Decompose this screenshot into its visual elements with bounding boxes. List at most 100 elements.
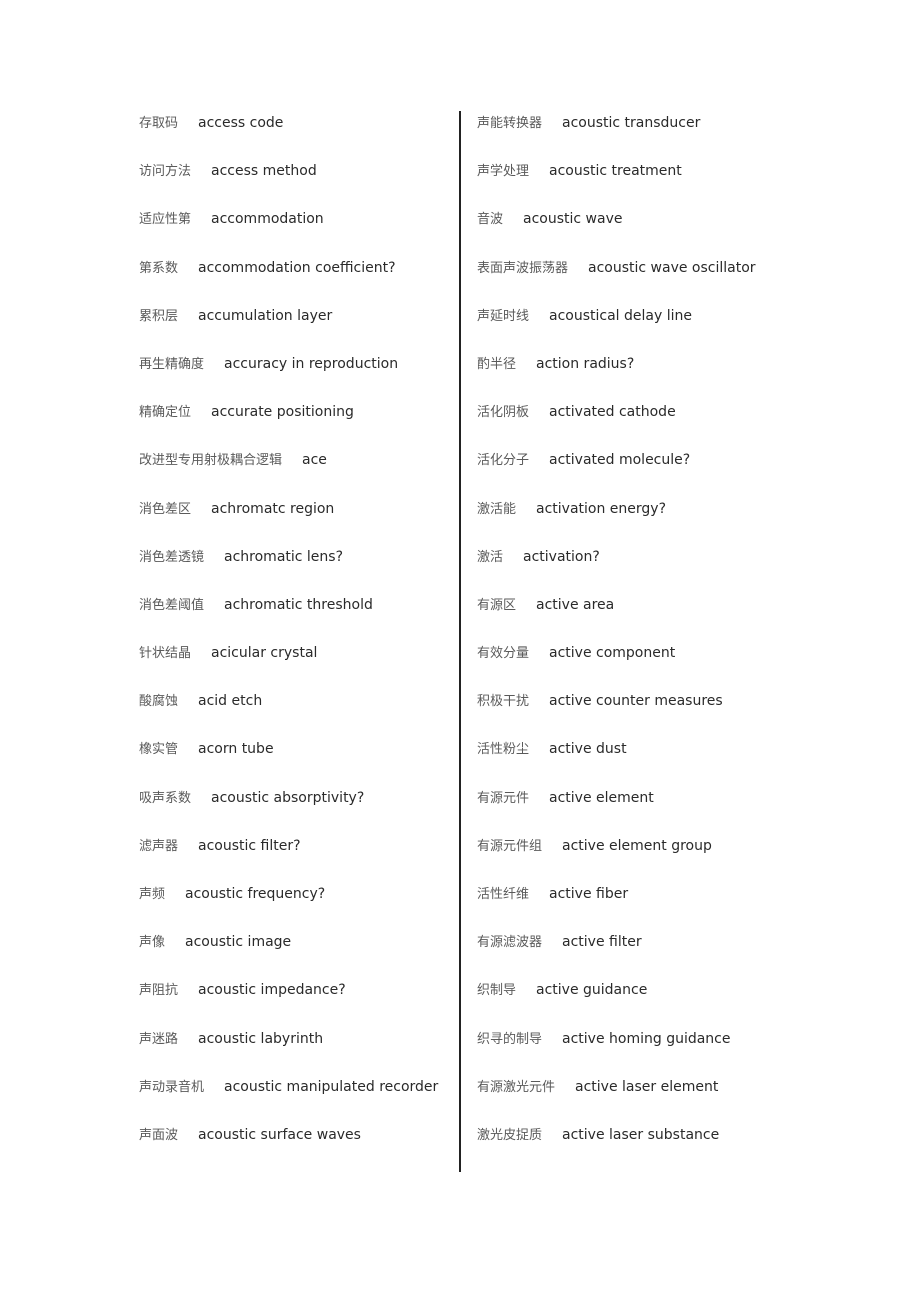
chinese-term: 激活 xyxy=(477,549,504,565)
glossary-entry: 橡实管 acorn tube xyxy=(139,738,454,786)
glossary-entry: 激活能 activation energy? xyxy=(477,498,807,546)
glossary-entry: 存取码 access code xyxy=(139,112,454,160)
glossary-entry: 声面波 acoustic surface waves xyxy=(139,1124,454,1172)
chinese-term: 有源元件组 xyxy=(477,838,543,854)
chinese-term: 活化分子 xyxy=(477,453,530,469)
english-term: active element xyxy=(549,789,654,806)
glossary-entry: 访问方法 access method xyxy=(139,160,454,208)
english-term: acoustic image xyxy=(185,934,292,951)
glossary-entry: 针状结晶 acicular crystal xyxy=(139,642,454,690)
glossary-entry: 声延时线 acoustical delay line xyxy=(477,305,807,353)
english-term: activated molecule? xyxy=(549,452,691,469)
chinese-term: 橡实管 xyxy=(139,742,179,758)
chinese-term: 激活能 xyxy=(477,501,517,517)
chinese-term: 存取码 xyxy=(139,116,179,131)
english-term: acicular crystal xyxy=(211,645,318,662)
english-term: acoustic impedance? xyxy=(198,982,346,999)
chinese-term: 表面声波振荡器 xyxy=(477,260,569,276)
english-term: active filter xyxy=(562,934,642,951)
chinese-term: 织制导 xyxy=(477,983,517,999)
glossary-entry: 激活 activation? xyxy=(477,546,807,594)
chinese-term: 声能转换器 xyxy=(477,116,543,131)
english-term: acoustic labyrinth xyxy=(198,1030,324,1047)
english-term: acoustic frequency? xyxy=(185,886,326,902)
glossary-entry: 有源区 active area xyxy=(477,594,807,642)
chinese-term: 活性粉尘 xyxy=(477,742,530,758)
chinese-term: 适应性第 xyxy=(139,212,192,228)
glossary-entry: 积极干扰 active counter measures xyxy=(477,690,807,738)
english-term: active fiber xyxy=(549,886,629,902)
chinese-term: 声像 xyxy=(139,935,166,951)
glossary-entry: 活性纤维 active fiber xyxy=(477,883,807,931)
chinese-term: 改进型专用射极耦合逻辑 xyxy=(139,453,283,469)
english-term: active laser substance xyxy=(562,1126,720,1143)
glossary-entry: 织寻的制导 active homing guidance xyxy=(477,1028,807,1076)
glossary-entry: 音波 acoustic wave xyxy=(477,208,807,256)
english-term: active laser element xyxy=(575,1078,719,1095)
chinese-term: 酸腐蚀 xyxy=(139,694,179,710)
english-term: accuracy in reproduction xyxy=(224,355,399,372)
english-term: action radius? xyxy=(536,355,635,372)
column-divider xyxy=(459,111,461,1172)
chinese-term: 酌半径 xyxy=(477,356,517,372)
english-term: activation energy? xyxy=(536,500,667,517)
chinese-term: 有源元件 xyxy=(477,790,530,806)
chinese-term: 再生精确度 xyxy=(139,356,205,372)
english-term: active area xyxy=(536,596,615,613)
glossary-entry: 有源元件组 active element group xyxy=(477,835,807,883)
glossary-entry: 声学处理 acoustic treatment xyxy=(477,160,807,208)
chinese-term: 消色差透镜 xyxy=(139,549,205,565)
chinese-term: 音波 xyxy=(477,212,504,228)
english-term: accumulation layer xyxy=(198,307,333,324)
glossary-entry: 声阻抗 acoustic impedance? xyxy=(139,979,454,1027)
glossary-entry: 累积层 accumulation layer xyxy=(139,305,454,353)
chinese-term: 织寻的制导 xyxy=(477,1031,543,1047)
glossary-entry: 声像 acoustic image xyxy=(139,931,454,979)
chinese-term: 声迷路 xyxy=(139,1031,179,1047)
glossary-entry: 滤声器 acoustic filter? xyxy=(139,835,454,883)
english-term: acoustic transducer xyxy=(562,115,701,131)
glossary-right-column: 声能转换器 acoustic transducer 声学处理 acoustic tre… xyxy=(477,112,807,1172)
glossary-entry: 有效分量 active component xyxy=(477,642,807,690)
glossary-entry: 表面声波振荡器 acoustic wave oscillator xyxy=(477,257,807,305)
glossary-entry: 酸腐蚀 acid etch xyxy=(139,690,454,738)
english-term: acorn tube xyxy=(198,741,274,758)
glossary-entry: 第系数 accommodation coefficient? xyxy=(139,257,454,305)
english-term: active counter measures xyxy=(549,693,723,710)
chinese-term: 有源区 xyxy=(477,597,517,613)
english-term: achromatc region xyxy=(211,500,335,517)
english-term: active homing guidance xyxy=(562,1030,731,1047)
chinese-term: 积极干扰 xyxy=(477,694,530,710)
chinese-term: 滤声器 xyxy=(139,838,179,854)
english-term: active component xyxy=(549,645,676,662)
chinese-term: 第系数 xyxy=(139,260,179,276)
glossary-entry: 激光皮捉质 active laser substance xyxy=(477,1124,807,1172)
english-term: acid etch xyxy=(198,693,263,710)
english-term: activated cathode xyxy=(549,404,676,421)
chinese-term: 有效分量 xyxy=(477,646,530,662)
english-term: acoustical delay line xyxy=(549,307,692,324)
glossary-entry: 消色差阈值 achromatic threshold xyxy=(139,594,454,642)
chinese-term: 声学处理 xyxy=(477,164,530,180)
chinese-term: 有源滤波器 xyxy=(477,935,543,951)
glossary-entry: 有源元件 active element xyxy=(477,787,807,835)
glossary-entry: 声频 acoustic frequency? xyxy=(139,883,454,931)
chinese-term: 消色差区 xyxy=(139,501,192,517)
glossary-entry: 消色差透镜 achromatic lens? xyxy=(139,546,454,594)
english-term: accurate positioning xyxy=(211,404,354,421)
chinese-term: 累积层 xyxy=(139,308,179,324)
english-term: ace xyxy=(302,452,327,469)
glossary-entry: 活化分子 activated molecule? xyxy=(477,449,807,497)
english-term: active guidance xyxy=(536,982,648,999)
english-term: access code xyxy=(198,115,284,131)
english-term: achromatic lens? xyxy=(224,548,344,565)
chinese-term: 活性纤维 xyxy=(477,887,530,902)
glossary-entry: 再生精确度 accuracy in reproduction xyxy=(139,353,454,401)
english-term: acoustic surface waves xyxy=(198,1126,361,1143)
glossary-entry: 声迷路 acoustic labyrinth xyxy=(139,1028,454,1076)
chinese-term: 访问方法 xyxy=(139,164,192,180)
chinese-term: 声延时线 xyxy=(477,308,530,324)
english-term: acoustic manipulated recorder xyxy=(224,1078,439,1095)
english-term: acoustic absorptivity? xyxy=(211,789,365,806)
chinese-term: 声面波 xyxy=(139,1127,179,1143)
